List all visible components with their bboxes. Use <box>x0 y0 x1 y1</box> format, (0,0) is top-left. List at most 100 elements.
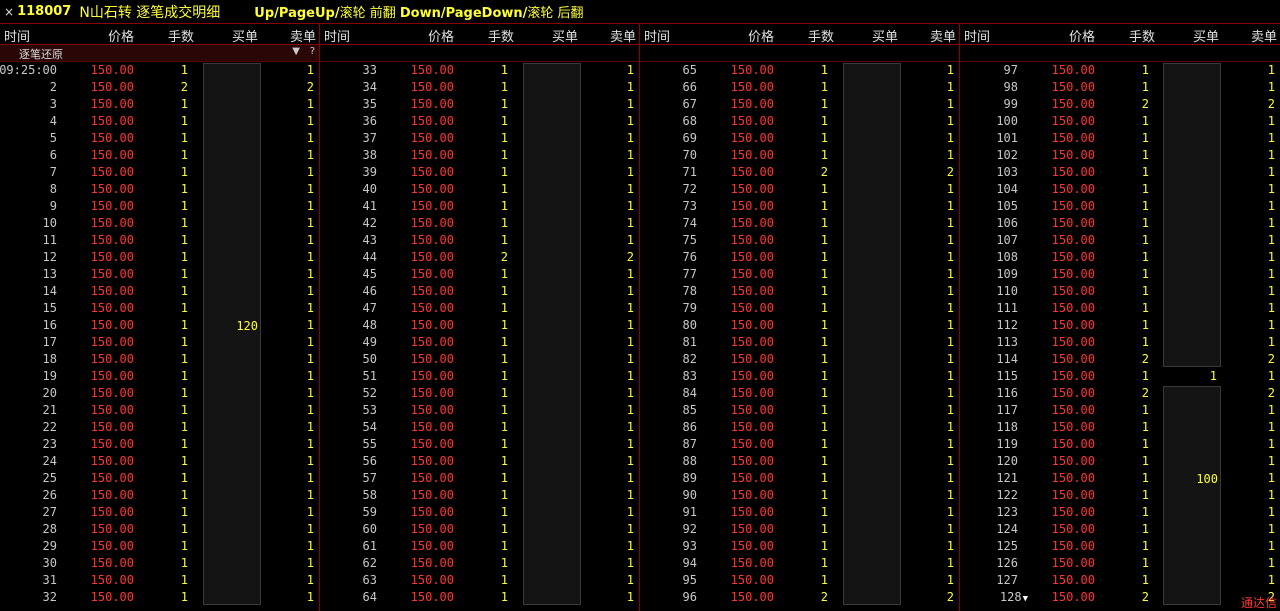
tick-row[interactable]: 66 150.00 1 1 <box>640 79 959 96</box>
tick-row[interactable]: 67 150.00 1 1 <box>640 96 959 113</box>
tick-row[interactable]: 128▼ 150.00 2 2 <box>960 589 1280 606</box>
tick-row[interactable]: 127 150.00 1 1 <box>960 572 1280 589</box>
tick-row[interactable]: 101 150.00 1 1 <box>960 130 1280 147</box>
header-volume[interactable]: 手数 <box>168 26 194 45</box>
tick-row[interactable]: 115 150.00 1 1 <box>960 368 1280 385</box>
tick-row[interactable]: 59 150.00 1 1 <box>320 504 639 521</box>
tick-row[interactable]: 126 150.00 1 1 <box>960 555 1280 572</box>
tick-row[interactable]: 81 150.00 1 1 <box>640 334 959 351</box>
tick-row[interactable]: 37 150.00 1 1 <box>320 130 639 147</box>
tick-row[interactable]: 116 150.00 2 2 <box>960 385 1280 402</box>
tick-row[interactable]: 84 150.00 1 1 <box>640 385 959 402</box>
tick-row[interactable]: 91 150.00 1 1 <box>640 504 959 521</box>
tick-row[interactable]: 62 150.00 1 1 <box>320 555 639 572</box>
tick-row[interactable]: 19 150.00 1 1 <box>0 368 319 385</box>
tick-row[interactable]: 75 150.00 1 1 <box>640 232 959 249</box>
header-time[interactable]: 时间 <box>644 26 670 45</box>
tick-row[interactable]: 89 150.00 1 1 <box>640 470 959 487</box>
tick-row[interactable]: 88 150.00 1 1 <box>640 453 959 470</box>
tick-row[interactable]: 15 150.00 1 1 <box>0 300 319 317</box>
tick-row[interactable]: 98 150.00 1 1 <box>960 79 1280 96</box>
tick-row[interactable]: 95 150.00 1 1 <box>640 572 959 589</box>
tick-row[interactable]: 3 150.00 1 1 <box>0 96 319 113</box>
tick-row[interactable]: 112 150.00 1 1 <box>960 317 1280 334</box>
tick-row[interactable]: 39 150.00 1 1 <box>320 164 639 181</box>
tick-row[interactable]: 106 150.00 1 1 <box>960 215 1280 232</box>
header-price[interactable]: 价格 <box>428 26 454 45</box>
tick-row[interactable]: 107 150.00 1 1 <box>960 232 1280 249</box>
close-icon[interactable]: × <box>4 5 14 19</box>
tick-row[interactable]: 28 150.00 1 1 <box>0 521 319 538</box>
scroll-marker-icon[interactable]: ▼ <box>1023 594 1028 604</box>
tick-row[interactable]: 20 150.00 1 1 <box>0 385 319 402</box>
tick-row[interactable]: 79 150.00 1 1 <box>640 300 959 317</box>
header-time[interactable]: 时间 <box>964 26 990 45</box>
header-price[interactable]: 价格 <box>108 26 134 45</box>
tick-row[interactable]: 104 150.00 1 1 <box>960 181 1280 198</box>
tick-row[interactable]: 92 150.00 1 1 <box>640 521 959 538</box>
tick-row[interactable]: 52 150.00 1 1 <box>320 385 639 402</box>
tick-row[interactable]: 7 150.00 1 1 <box>0 164 319 181</box>
tick-row[interactable]: 16 150.00 1 1 <box>0 317 319 334</box>
tick-row[interactable]: 90 150.00 1 1 <box>640 487 959 504</box>
header-buy[interactable]: 买单 <box>872 26 898 45</box>
tick-row[interactable]: 44 150.00 2 2 <box>320 249 639 266</box>
tick-row[interactable]: 54 150.00 1 1 <box>320 419 639 436</box>
tick-row[interactable]: 60 150.00 1 1 <box>320 521 639 538</box>
tick-row[interactable]: 80 150.00 1 1 <box>640 317 959 334</box>
tick-row[interactable]: 31 150.00 1 1 <box>0 572 319 589</box>
tick-row[interactable]: 119 150.00 1 1 <box>960 436 1280 453</box>
tick-row[interactable]: 123 150.00 1 1 <box>960 504 1280 521</box>
restore-mode-label[interactable]: 逐笔还原 <box>19 46 63 62</box>
tick-row[interactable]: 110 150.00 1 1 <box>960 283 1280 300</box>
tick-row[interactable]: 64 150.00 1 1 <box>320 589 639 606</box>
header-time[interactable]: 时间 <box>4 26 30 45</box>
tick-row[interactable]: 122 150.00 1 1 <box>960 487 1280 504</box>
filter-icon[interactable]: ▼ <box>292 46 300 57</box>
tick-row[interactable]: 6 150.00 1 1 <box>0 147 319 164</box>
tick-row[interactable]: 10 150.00 1 1 <box>0 215 319 232</box>
tick-row[interactable]: 57 150.00 1 1 <box>320 470 639 487</box>
tick-row[interactable]: 97 150.00 1 1 <box>960 62 1280 79</box>
header-sell[interactable]: 卖单 <box>290 26 316 45</box>
tick-row[interactable]: 58 150.00 1 1 <box>320 487 639 504</box>
tick-row[interactable]: 69 150.00 1 1 <box>640 130 959 147</box>
tick-row[interactable]: 72 150.00 1 1 <box>640 181 959 198</box>
tick-row[interactable]: 35 150.00 1 1 <box>320 96 639 113</box>
help-icon[interactable]: ? <box>310 46 315 57</box>
tick-row[interactable]: 87 150.00 1 1 <box>640 436 959 453</box>
header-volume[interactable]: 手数 <box>808 26 834 45</box>
tick-row[interactable]: 78 150.00 1 1 <box>640 283 959 300</box>
tick-row[interactable]: 86 150.00 1 1 <box>640 419 959 436</box>
tick-row[interactable]: 40 150.00 1 1 <box>320 181 639 198</box>
tick-row[interactable]: 99 150.00 2 2 <box>960 96 1280 113</box>
tick-row[interactable]: 36 150.00 1 1 <box>320 113 639 130</box>
tick-row[interactable]: 114 150.00 2 2 <box>960 351 1280 368</box>
tick-row[interactable]: 4 150.00 1 1 <box>0 113 319 130</box>
tick-row[interactable]: 68 150.00 1 1 <box>640 113 959 130</box>
tick-row[interactable]: 102 150.00 1 1 <box>960 147 1280 164</box>
tick-row[interactable]: 30 150.00 1 1 <box>0 555 319 572</box>
header-price[interactable]: 价格 <box>748 26 774 45</box>
tick-row[interactable]: 53 150.00 1 1 <box>320 402 639 419</box>
tick-row[interactable]: 76 150.00 1 1 <box>640 249 959 266</box>
tick-row[interactable]: 65 150.00 1 1 <box>640 62 959 79</box>
tick-row[interactable]: 50 150.00 1 1 <box>320 351 639 368</box>
tick-row[interactable]: 74 150.00 1 1 <box>640 215 959 232</box>
tick-row[interactable]: 125 150.00 1 1 <box>960 538 1280 555</box>
tick-row[interactable]: 11 150.00 1 1 <box>0 232 319 249</box>
tick-row[interactable]: 38 150.00 1 1 <box>320 147 639 164</box>
tick-row[interactable]: 103 150.00 1 1 <box>960 164 1280 181</box>
tick-row[interactable]: 121 150.00 1 1 <box>960 470 1280 487</box>
tick-row[interactable]: 8 150.00 1 1 <box>0 181 319 198</box>
tick-row[interactable]: 111 150.00 1 1 <box>960 300 1280 317</box>
tick-row[interactable]: 77 150.00 1 1 <box>640 266 959 283</box>
tick-row[interactable]: 70 150.00 1 1 <box>640 147 959 164</box>
tick-row[interactable]: 71 150.00 2 2 <box>640 164 959 181</box>
header-volume[interactable]: 手数 <box>488 26 514 45</box>
tick-row[interactable]: 21 150.00 1 1 <box>0 402 319 419</box>
tick-row[interactable]: 43 150.00 1 1 <box>320 232 639 249</box>
tick-row[interactable]: 48 150.00 1 1 <box>320 317 639 334</box>
tick-row[interactable]: 56 150.00 1 1 <box>320 453 639 470</box>
tick-row[interactable]: 2 150.00 2 2 <box>0 79 319 96</box>
